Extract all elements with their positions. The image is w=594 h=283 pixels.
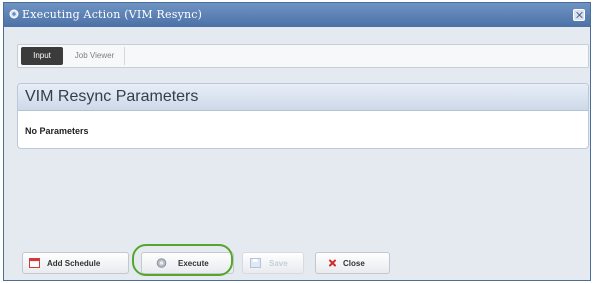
close-button[interactable]: Close: [315, 252, 390, 274]
dialog-title-bar[interactable]: Executing Action (VIM Resync): [4, 3, 590, 27]
close-label: Close: [343, 259, 365, 268]
add-schedule-label: Add Schedule: [47, 259, 101, 268]
add-schedule-button[interactable]: Add Schedule: [22, 252, 129, 274]
executing-action-dialog: Executing Action (VIM Resync) Input Job …: [3, 2, 591, 281]
save-label: Save: [269, 259, 288, 268]
floppy-disk-icon: [250, 258, 261, 268]
gear-icon: [8, 7, 20, 19]
x-icon: [327, 258, 338, 268]
tab-bar: Input Job Viewer: [17, 44, 589, 68]
close-icon[interactable]: [573, 9, 585, 21]
parameters-panel: VIM Resync Parameters No Parameters: [17, 83, 589, 149]
tab-input[interactable]: Input: [21, 47, 63, 65]
dialog-title: Executing Action (VIM Resync): [22, 8, 203, 21]
execute-highlight: [132, 244, 233, 276]
save-button[interactable]: Save: [242, 252, 304, 274]
parameters-title: VIM Resync Parameters: [25, 88, 199, 105]
tab-job-viewer[interactable]: Job Viewer: [65, 47, 125, 65]
parameters-panel-header: VIM Resync Parameters: [18, 84, 588, 111]
no-parameters-text: No Parameters: [25, 126, 89, 136]
calendar-icon: [29, 258, 40, 268]
